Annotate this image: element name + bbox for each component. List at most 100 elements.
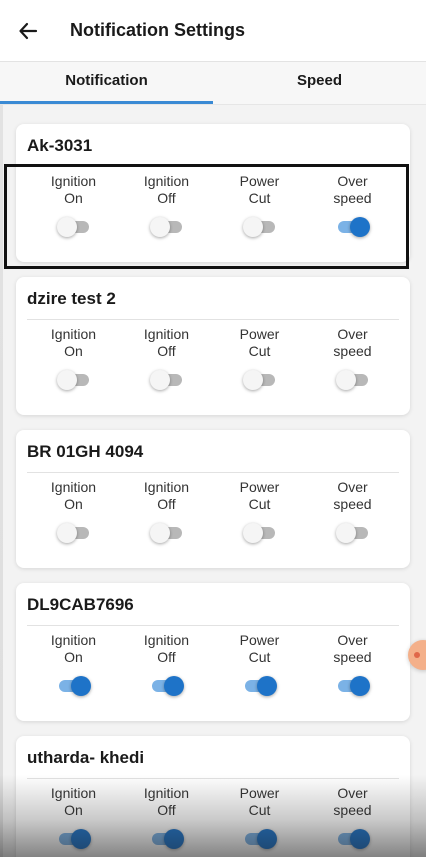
- toggle-thumb: [242, 523, 263, 543]
- ignition-off-toggle[interactable]: [150, 828, 184, 850]
- option-label: Power Cut: [239, 173, 280, 206]
- over-speed-toggle[interactable]: [335, 369, 370, 391]
- notification-options: Ignition On Ignition Off Power Cut Over spe…: [27, 785, 399, 850]
- power-cut-toggle[interactable]: [243, 675, 277, 697]
- option-label: Over speed: [333, 785, 372, 818]
- toggle-thumb: [349, 676, 370, 696]
- power-cut-toggle[interactable]: [242, 369, 277, 391]
- option-label: Ignition Off: [143, 785, 190, 818]
- option-over-speed: Over speed: [306, 326, 399, 391]
- vehicle-card: BR 01GH 4094 Ignition On Ignition Off Power…: [16, 430, 410, 568]
- tab-divider: [0, 104, 426, 105]
- tab-bar: Notification Speed: [0, 62, 426, 104]
- option-label: Ignition On: [50, 632, 97, 665]
- toggle-thumb: [242, 370, 263, 390]
- option-label: Power Cut: [239, 632, 280, 665]
- ignition-off-toggle[interactable]: [149, 216, 184, 238]
- power-cut-toggle[interactable]: [242, 522, 277, 544]
- option-ignition-on: Ignition On: [27, 326, 120, 391]
- over-speed-toggle[interactable]: [336, 216, 370, 238]
- toggle-thumb: [149, 370, 170, 390]
- power-cut-toggle[interactable]: [243, 828, 277, 850]
- vehicle-card: Ak-3031 Ignition On Ignition Off Power Cut O…: [16, 124, 410, 262]
- toggle-thumb: [242, 217, 263, 237]
- card-divider: [27, 472, 399, 473]
- toggle-thumb: [56, 217, 77, 237]
- tab-speed[interactable]: Speed: [213, 62, 426, 98]
- option-over-speed: Over speed: [306, 173, 399, 238]
- toggle-thumb: [163, 829, 184, 849]
- over-speed-toggle[interactable]: [335, 522, 370, 544]
- vehicle-card: dzire test 2 Ignition On Ignition Off Power…: [16, 277, 410, 415]
- option-power-cut: Power Cut: [213, 632, 306, 697]
- card-divider: [27, 319, 399, 320]
- vehicle-name: BR 01GH 4094: [27, 442, 144, 461]
- notification-options: Ignition On Ignition Off Power Cut Over spe…: [27, 479, 399, 544]
- toggle-thumb: [149, 523, 170, 543]
- option-label: Ignition Off: [143, 326, 190, 359]
- over-speed-toggle[interactable]: [336, 828, 370, 850]
- ignition-on-toggle[interactable]: [57, 675, 91, 697]
- option-label: Power Cut: [239, 785, 280, 818]
- option-label: Ignition On: [50, 173, 97, 206]
- tab-notification[interactable]: Notification: [0, 62, 213, 104]
- vehicle-name: utharda- khedi: [27, 748, 145, 767]
- vehicle-card: DL9CAB7696 Ignition On Ignition Off Power C…: [16, 583, 410, 721]
- left-edge-shadow: [0, 0, 3, 857]
- ignition-on-toggle[interactable]: [56, 522, 91, 544]
- vehicle-name: DL9CAB7696: [27, 595, 134, 614]
- option-over-speed: Over speed: [306, 632, 399, 697]
- power-cut-toggle[interactable]: [242, 216, 277, 238]
- ignition-off-toggle[interactable]: [149, 522, 184, 544]
- toggle-thumb: [149, 217, 170, 237]
- vehicle-name: Ak-3031: [27, 136, 93, 155]
- over-speed-toggle[interactable]: [336, 675, 370, 697]
- option-ignition-on: Ignition On: [27, 479, 120, 544]
- ignition-on-toggle[interactable]: [57, 828, 91, 850]
- option-label: Over speed: [333, 479, 372, 512]
- toggle-thumb: [56, 523, 77, 543]
- option-label: Ignition On: [50, 326, 97, 359]
- option-power-cut: Power Cut: [213, 326, 306, 391]
- vehicle-name: dzire test 2: [27, 289, 116, 308]
- option-over-speed: Over speed: [306, 479, 399, 544]
- option-ignition-on: Ignition On: [27, 173, 120, 238]
- option-ignition-off: Ignition Off: [120, 785, 213, 850]
- option-label: Power Cut: [239, 326, 280, 359]
- option-label: Ignition Off: [143, 479, 190, 512]
- toggle-thumb: [70, 676, 91, 696]
- notification-options: Ignition On Ignition Off Power Cut Over spe…: [27, 326, 399, 391]
- option-ignition-off: Ignition Off: [120, 479, 213, 544]
- option-power-cut: Power Cut: [213, 785, 306, 850]
- option-label: Power Cut: [239, 479, 280, 512]
- option-ignition-on: Ignition On: [27, 632, 120, 697]
- option-label: Over speed: [333, 326, 372, 359]
- toggle-thumb: [349, 217, 370, 237]
- toggle-thumb: [349, 829, 370, 849]
- option-ignition-off: Ignition Off: [120, 632, 213, 697]
- option-power-cut: Power Cut: [213, 479, 306, 544]
- option-power-cut: Power Cut: [213, 173, 306, 238]
- toggle-thumb: [163, 676, 184, 696]
- toggle-thumb: [335, 370, 356, 390]
- ignition-on-toggle[interactable]: [56, 216, 91, 238]
- option-ignition-off: Ignition Off: [120, 326, 213, 391]
- notification-options: Ignition On Ignition Off Power Cut Over spe…: [27, 632, 399, 697]
- card-divider: [27, 166, 399, 167]
- back-button[interactable]: [0, 0, 56, 62]
- arrow-left-icon: [19, 22, 38, 39]
- toggle-thumb: [70, 829, 91, 849]
- vehicle-card-list: Ak-3031 Ignition On Ignition Off Power Cut O…: [16, 124, 410, 857]
- option-label: Ignition Off: [143, 632, 190, 665]
- option-label: Over speed: [333, 632, 372, 665]
- option-over-speed: Over speed: [306, 785, 399, 850]
- floating-action-button[interactable]: [408, 640, 426, 670]
- toggle-thumb: [335, 523, 356, 543]
- ignition-on-toggle[interactable]: [56, 369, 91, 391]
- toggle-thumb: [256, 829, 277, 849]
- notification-options: Ignition On Ignition Off Power Cut Over spe…: [27, 173, 399, 238]
- option-label: Over speed: [333, 173, 372, 206]
- ignition-off-toggle[interactable]: [149, 369, 184, 391]
- ignition-off-toggle[interactable]: [150, 675, 184, 697]
- option-label: Ignition Off: [143, 173, 190, 206]
